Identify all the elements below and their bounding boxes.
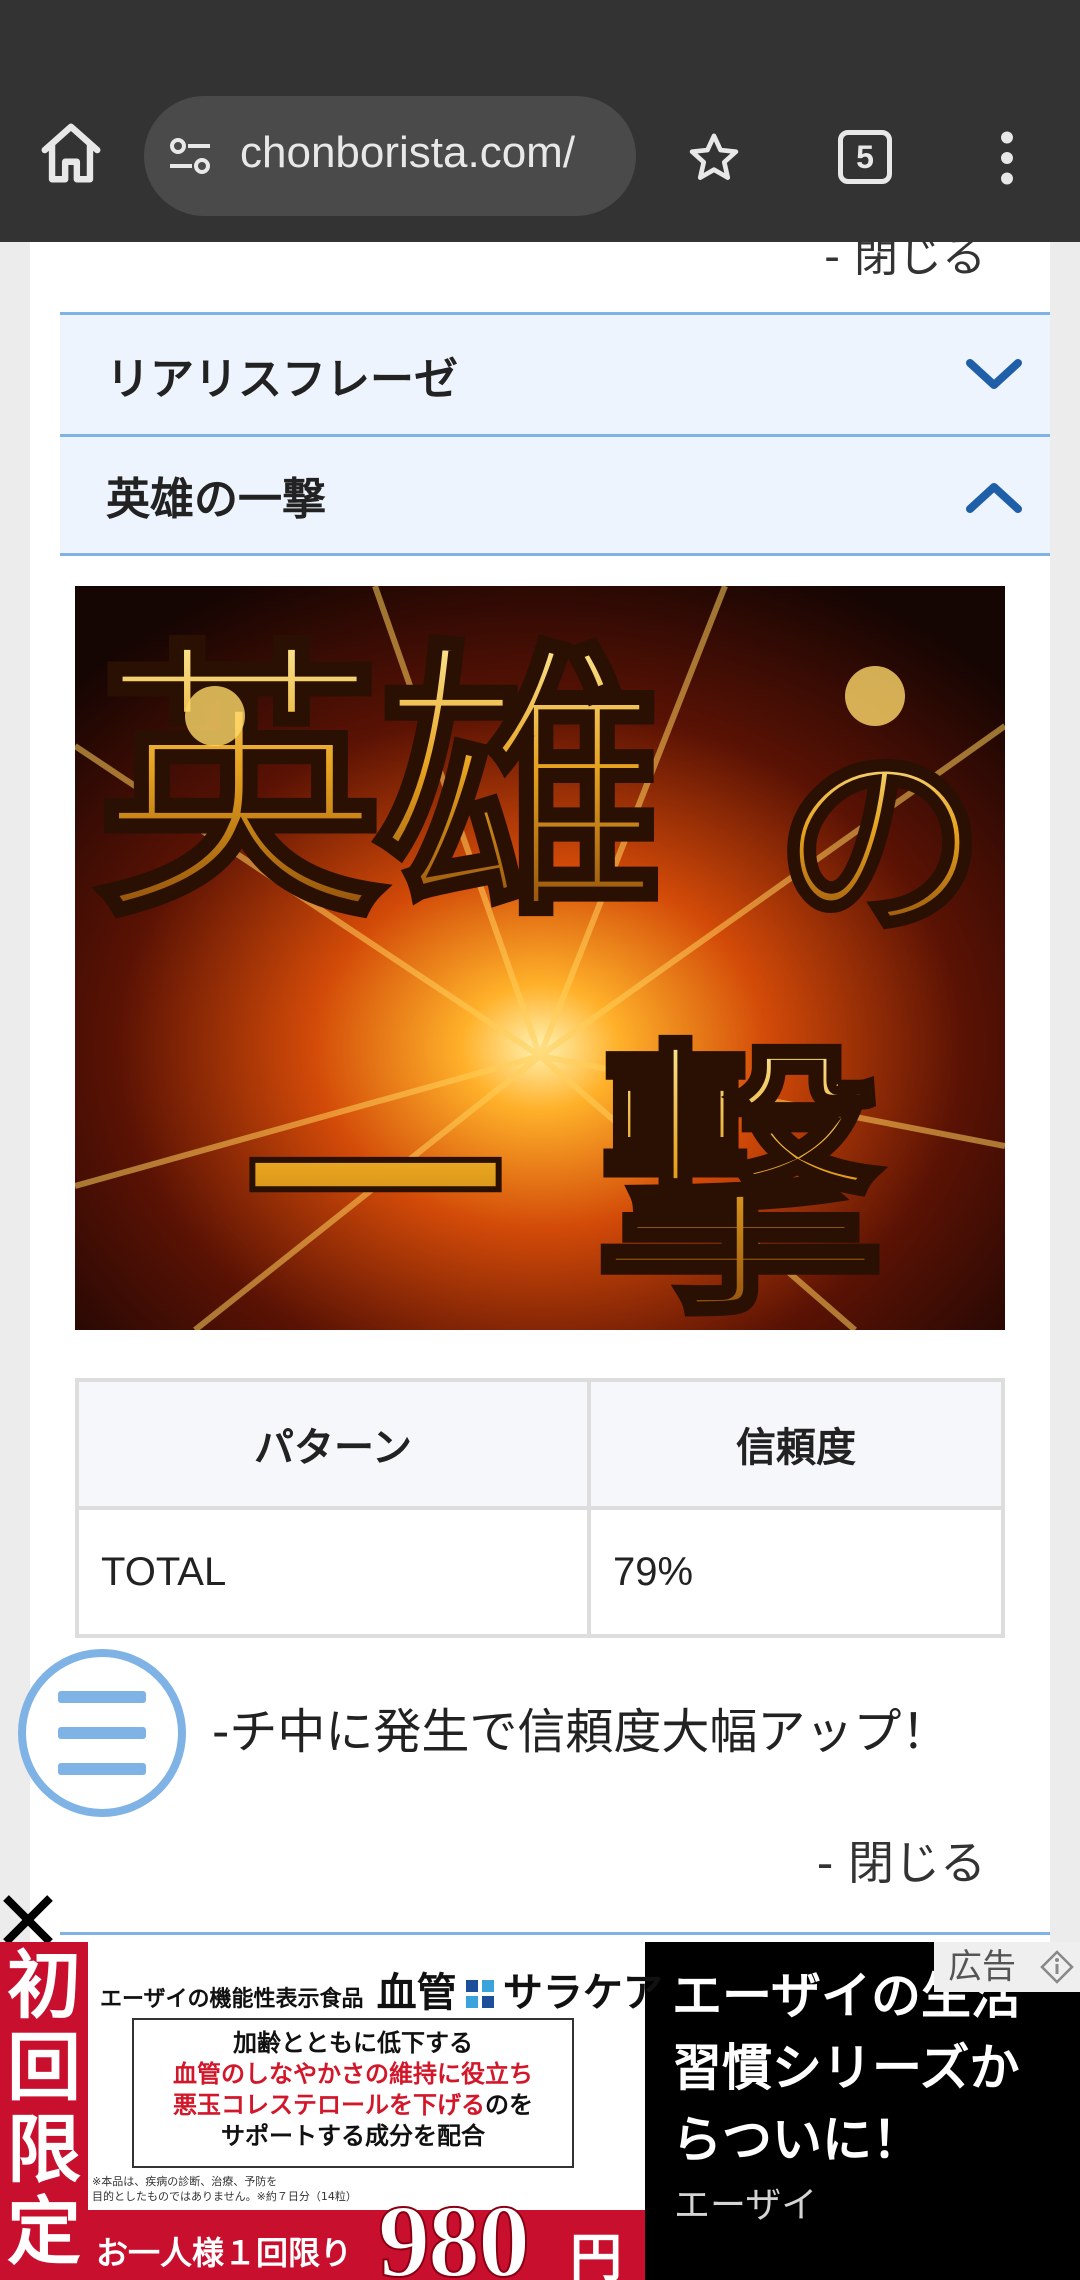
ad-brand-line: エーザイの機能性表示食品 血管 サラケア [100,1960,663,2018]
ad-fine-print: ※本品は、疾病の診断、治療、予防を 目的としたものではありません。※約７日分（1… [92,2174,357,2204]
ad-price: 980 [377,2183,531,2280]
ad-brand-big-1: 血管 [376,1970,457,2016]
chevron-down-icon [966,359,1022,389]
tab-switcher-icon[interactable]: 5 [838,130,892,184]
home-icon[interactable] [36,118,106,188]
fine-print-line: 目的としたものではありません。※約７日分（14粒） [92,2190,357,2203]
ad-creative[interactable]: 初 回 限 定 エーザイの機能性表示食品 血管 サラケア 加齢とともに低下する … [0,1942,663,2280]
ad-banner[interactable]: 初 回 限 定 エーザイの機能性表示食品 血管 サラケア 加齢とともに低下する … [0,1942,1080,2280]
tab-count: 5 [856,138,874,175]
chevron-up-icon [966,483,1022,513]
ad-label-text: 広告 [948,1947,1016,1987]
ad-brand-big-2: サラケア [502,1970,663,2016]
section-divider [60,1932,1050,1935]
svg-text:撃: 撃 [595,1015,885,1330]
ad-claim-line: 悪玉コレステロールを下げる [173,2091,485,2119]
ad-label[interactable]: 広告 [934,1942,1080,1992]
menu-icon-bar [58,1763,146,1775]
close-link-top[interactable]: - 閉じる [824,242,986,284]
floating-menu-button[interactable] [18,1649,186,1817]
accordion-eiyu-no-ichigeki[interactable]: 英雄の一撃 [60,434,1050,556]
close-link-bottom[interactable]: - 閉じる [817,1827,986,1893]
eiyu-no-ichigeki-logo-image: 英 雄 の 一 撃 [75,586,1005,1330]
ad-claim-line: 加齢とともに低下する [233,2029,473,2057]
ad-info-icon[interactable] [1040,1950,1074,1984]
star-icon[interactable] [686,130,742,186]
column-header-pattern: パターン [75,1378,591,1510]
description-text: -チ中に発生で信頼度大幅アップ！ [212,1704,950,1760]
red-label-char: 初 [7,1943,81,2029]
table-cell-pattern: TOTAL [75,1506,591,1638]
menu-icon-bar [58,1727,146,1739]
ad-claim-line: のを [485,2091,533,2119]
column-header-reliability: 信頼度 [587,1378,1005,1510]
red-label-char: 定 [7,2189,81,2275]
reliability-table: パターン 信頼度 TOTAL 79% [75,1378,1005,1638]
ad-claim-line: サポートする成分を配合 [221,2122,485,2150]
svg-text:一: 一 [245,1033,505,1330]
hero-image: 英 雄 の 一 撃 [75,586,1005,1330]
ad-advertiser: エーザイ [674,2185,818,2226]
red-label-char: 回 [7,2025,81,2111]
close-ad-icon[interactable] [0,1892,56,1948]
table-row: TOTAL 79% [75,1506,1005,1638]
menu-icon [58,1691,146,1703]
site-settings-icon[interactable] [166,132,214,180]
more-menu-icon[interactable] [992,130,1022,186]
table-header-row: パターン 信頼度 [75,1378,1005,1510]
fine-print-line: ※本品は、疾病の診断、治療、予防を [92,2175,278,2188]
svg-text:雄: 雄 [375,615,665,955]
ad-claim-line: 血管のしなやかさの維持に役立ち [173,2060,533,2088]
svg-text:英: 英 [95,615,390,955]
red-label-char: 限 [7,2107,81,2193]
accordion-label: リアリスフレーゼ [106,353,458,405]
accordion-label: 英雄の一撃 [106,474,326,525]
svg-text:の: の [775,719,985,966]
ad-brand-small: エーザイの機能性表示食品 [100,1987,364,2012]
address-bar[interactable]: chonborista.com/ [144,96,636,216]
ad-price-unit: 円 [570,2228,623,2280]
ad-price-bar: お一人様１回限り 980 円 [88,2183,645,2280]
ad-headline[interactable]: エーザイの生活習慣シリーズからついに！ [672,1960,1062,2176]
accordion-realis-frese[interactable]: リアリスフレーゼ [60,312,1050,434]
table-cell-reliability: 79% [587,1506,1005,1638]
ad-once-only: お一人様１回限り [96,2234,353,2272]
browser-toolbar: chonborista.com/ 5 [0,0,1080,242]
first-time-limited-label: 初 回 限 定 [0,1942,88,2280]
url-text: chonborista.com/ [240,128,576,177]
brand-logo-icon [465,1980,494,2008]
ad-claim-box: 加齢とともに低下する 血管のしなやかさの維持に役立ち 悪玉コレステロールを下げる… [132,2018,574,2168]
